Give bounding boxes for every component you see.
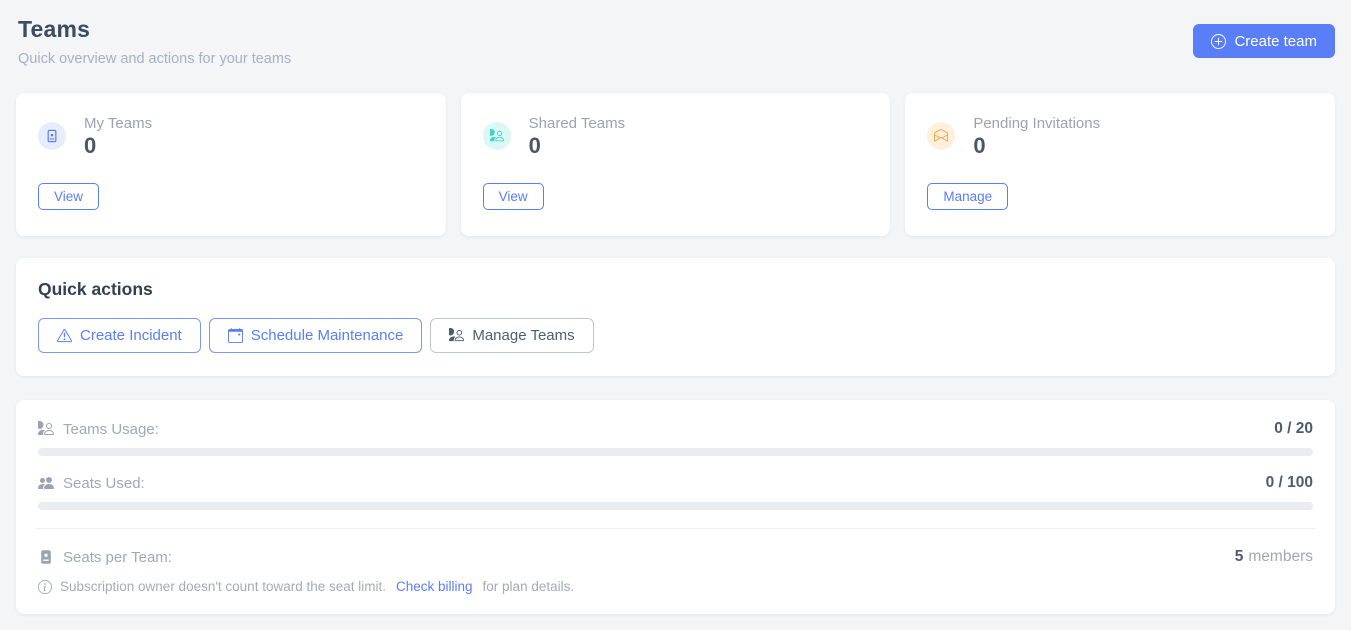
id-badge-icon [38,122,66,150]
calendar-icon [228,328,243,343]
quick-actions-buttons: Create Incident Schedule Maintenance Man… [38,318,1313,353]
seats-per-team-label: Seats per Team: [63,549,172,566]
seat-limit-note-suffix: for plan details. [483,579,575,594]
people-fill-icon [38,475,54,491]
usage-panel: Teams Usage: 0 / 20 Seats Used: 0 / 100 [16,400,1335,614]
page-subtitle: Quick overview and actions for your team… [18,51,291,67]
shared-teams-card: Shared Teams 0 View [461,93,891,236]
shared-teams-card-text: Shared Teams 0 [529,115,625,157]
check-billing-link[interactable]: Check billing [396,579,473,594]
stat-value: 0 [84,135,152,157]
seats-used-label: Seats Used: [63,475,145,492]
teams-usage-value: 0 / 20 [1274,420,1313,438]
teams-usage-progress-bar [38,448,1313,456]
create-incident-button[interactable]: Create Incident [38,318,201,353]
teams-page: Teams Quick overview and actions for you… [0,0,1351,630]
stat-label: My Teams [84,115,152,132]
pending-invitations-manage-button[interactable]: Manage [927,183,1008,210]
warning-triangle-icon [57,328,72,343]
seats-used-row: Seats Used: 0 / 100 [38,474,1313,492]
shared-teams-view-button[interactable]: View [483,183,544,210]
stat-cards-row: My Teams 0 View Shared Teams 0 View [16,93,1335,236]
pending-invitations-card-text: Pending Invitations 0 [973,115,1100,157]
seats-per-team-value: 5members [1235,548,1313,566]
seats-used-label-group: Seats Used: [38,475,145,492]
stat-label: Pending Invitations [973,115,1100,132]
envelope-open-icon [927,122,955,150]
stat-value: 0 [973,135,1100,157]
quick-actions-panel: Quick actions Create Incident Schedule M… [16,258,1335,376]
manage-teams-button-label: Manage Teams [472,327,574,344]
seats-per-team-number: 5 [1235,548,1244,565]
team-icon [449,328,464,343]
my-teams-view-button[interactable]: View [38,183,99,210]
seats-per-team-label-group: Seats per Team: [38,549,172,566]
team-icon [483,122,511,150]
page-title: Teams [18,16,291,43]
create-incident-button-label: Create Incident [80,327,182,344]
schedule-maintenance-button-label: Schedule Maintenance [251,327,404,344]
pending-invitations-card: Pending Invitations 0 Manage [905,93,1335,236]
my-teams-card-header: My Teams 0 [38,115,424,157]
teams-usage-label: Teams Usage: [63,421,159,438]
shared-teams-card-header: Shared Teams 0 [483,115,869,157]
my-teams-card-text: My Teams 0 [84,115,152,157]
create-team-button[interactable]: Create team [1193,24,1335,58]
create-team-button-label: Create team [1234,33,1317,50]
quick-actions-title: Quick actions [38,279,1313,300]
info-circle-icon [38,580,52,594]
seat-limit-note-text: Subscription owner doesn't count toward … [60,579,386,594]
page-header-text: Teams Quick overview and actions for you… [16,16,291,67]
stat-label: Shared Teams [529,115,625,132]
team-icon [38,421,54,437]
seats-per-team-row: Seats per Team: 5members [38,529,1313,566]
stat-value: 0 [529,135,625,157]
my-teams-card: My Teams 0 View [16,93,446,236]
schedule-maintenance-button[interactable]: Schedule Maintenance [209,318,423,353]
teams-usage-row: Teams Usage: 0 / 20 [38,420,1313,438]
page-header: Teams Quick overview and actions for you… [16,16,1335,67]
pending-invitations-card-header: Pending Invitations 0 [927,115,1313,157]
teams-usage-label-group: Teams Usage: [38,421,159,438]
plus-circle-icon [1211,34,1226,49]
seats-per-team-suffix: members [1248,548,1313,565]
manage-teams-button[interactable]: Manage Teams [430,318,593,353]
seat-limit-note: Subscription owner doesn't count toward … [38,579,1313,594]
id-badge-fill-icon [38,549,54,565]
seats-used-value: 0 / 100 [1266,474,1313,492]
seats-used-progress-bar [38,502,1313,510]
